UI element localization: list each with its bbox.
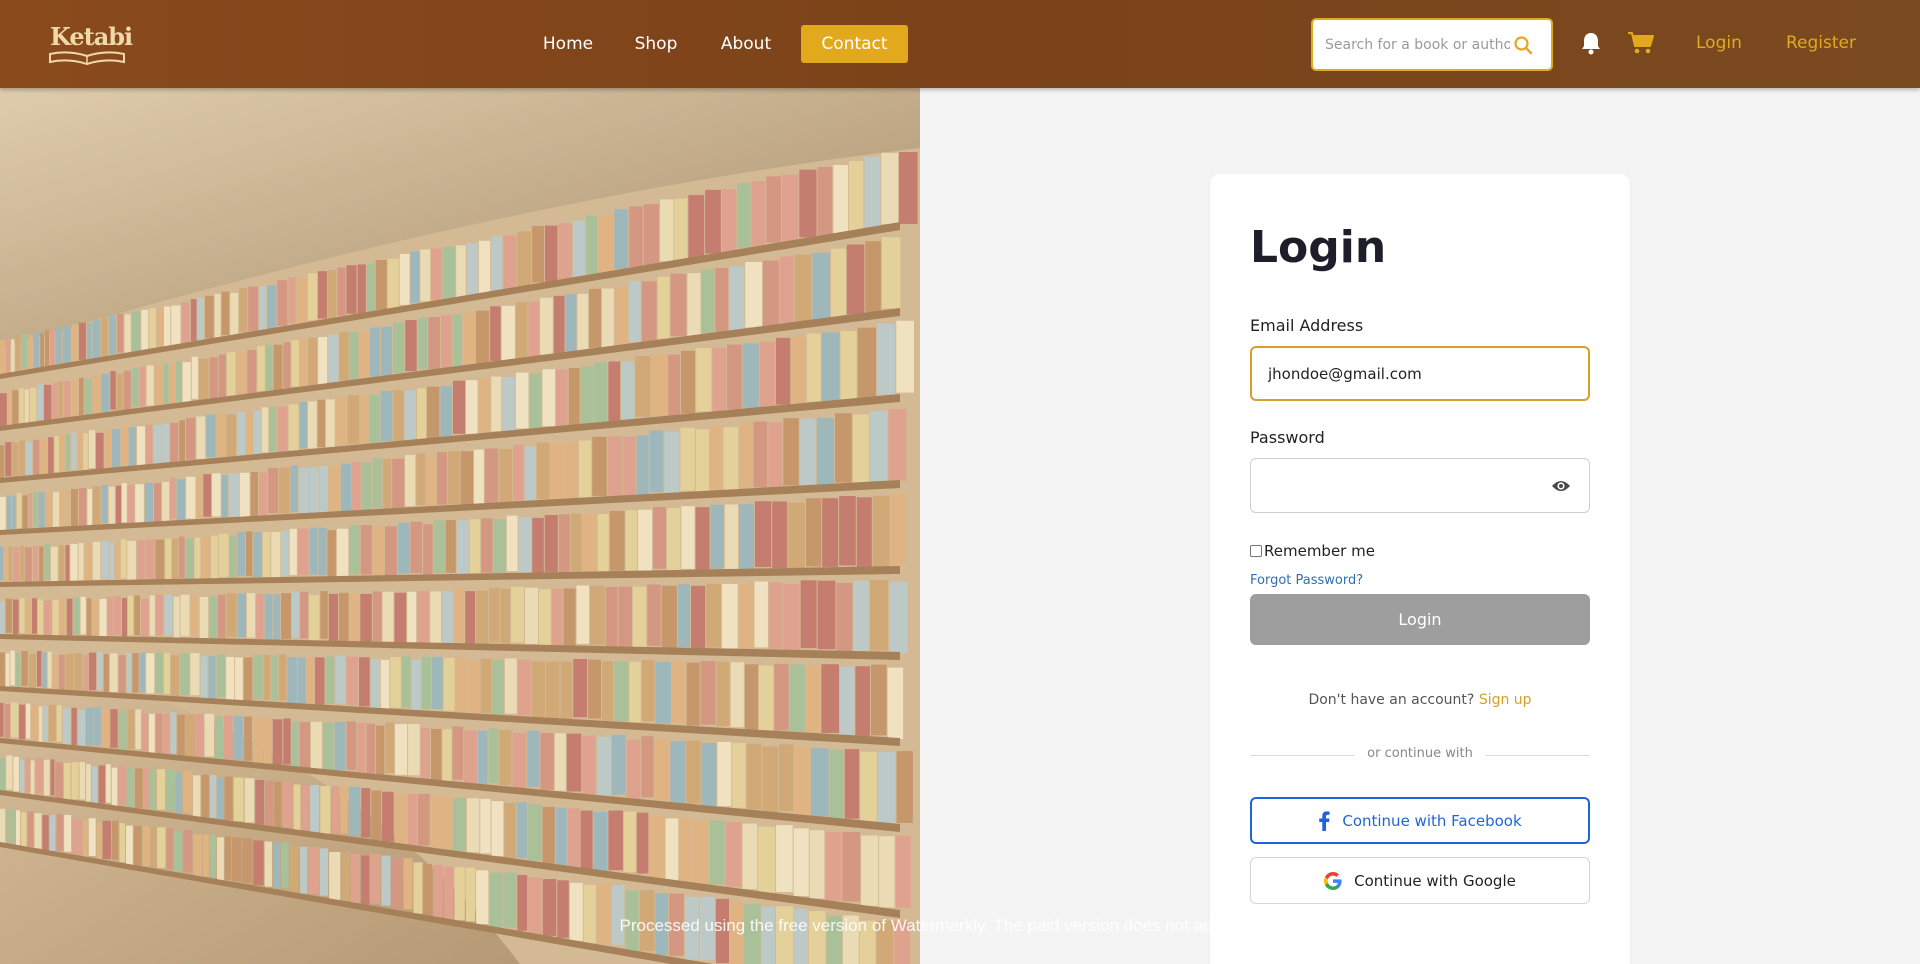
search-input[interactable]	[1325, 34, 1510, 56]
or-divider: or continue with	[1250, 746, 1590, 764]
email-field[interactable]	[1268, 363, 1558, 385]
password-label: Password	[1250, 428, 1325, 447]
remember-label: Remember me	[1264, 542, 1375, 560]
nav-shop[interactable]: Shop	[622, 25, 690, 63]
signup-prompt: Don't have an account? Sign up	[1250, 692, 1590, 708]
page-title: Login	[1250, 222, 1387, 273]
brand-logo[interactable]: Ketabi	[48, 20, 133, 68]
nav-home[interactable]: Home	[534, 25, 602, 63]
google-login-label: Continue with Google	[1354, 871, 1516, 890]
bookshelf-illustration	[0, 88, 920, 964]
brand-name: Ketabi	[50, 22, 133, 51]
top-navbar: Ketabi Home Shop About Contact Login Reg…	[0, 0, 1920, 88]
signup-link[interactable]: Sign up	[1479, 692, 1532, 708]
search-icon[interactable]	[1513, 35, 1533, 55]
nav-contact[interactable]: Contact	[801, 25, 908, 63]
divider-text: or continue with	[1367, 746, 1473, 761]
book-icon	[49, 51, 125, 66]
library-hero-image	[0, 88, 920, 964]
email-field-wrapper	[1250, 346, 1590, 401]
password-field-wrapper	[1250, 458, 1590, 513]
login-card: Login Email Address Password Remember me…	[1210, 174, 1630, 964]
cart-icon[interactable]	[1627, 31, 1655, 55]
bell-icon[interactable]	[1580, 31, 1602, 55]
facebook-icon	[1319, 810, 1330, 831]
login-button[interactable]: Login	[1250, 594, 1590, 645]
no-account-text: Don't have an account?	[1308, 692, 1475, 708]
header-login-link[interactable]: Login	[1696, 33, 1742, 53]
google-login-button[interactable]: Continue with Google	[1250, 857, 1590, 904]
email-label: Email Address	[1250, 316, 1364, 335]
google-icon	[1324, 871, 1342, 890]
nav-about[interactable]: About	[710, 25, 782, 63]
password-field[interactable]	[1267, 474, 1557, 496]
eye-icon[interactable]	[1551, 478, 1571, 494]
facebook-login-label: Continue with Facebook	[1342, 811, 1522, 830]
facebook-login-button[interactable]: Continue with Facebook	[1250, 797, 1590, 844]
search-box	[1311, 18, 1553, 71]
forgot-password-link[interactable]: Forgot Password?	[1250, 573, 1363, 588]
remember-me[interactable]: Remember me	[1250, 542, 1375, 560]
header-register-link[interactable]: Register	[1786, 33, 1856, 53]
remember-checkbox[interactable]	[1250, 545, 1262, 557]
divider-line-right	[1486, 755, 1590, 756]
